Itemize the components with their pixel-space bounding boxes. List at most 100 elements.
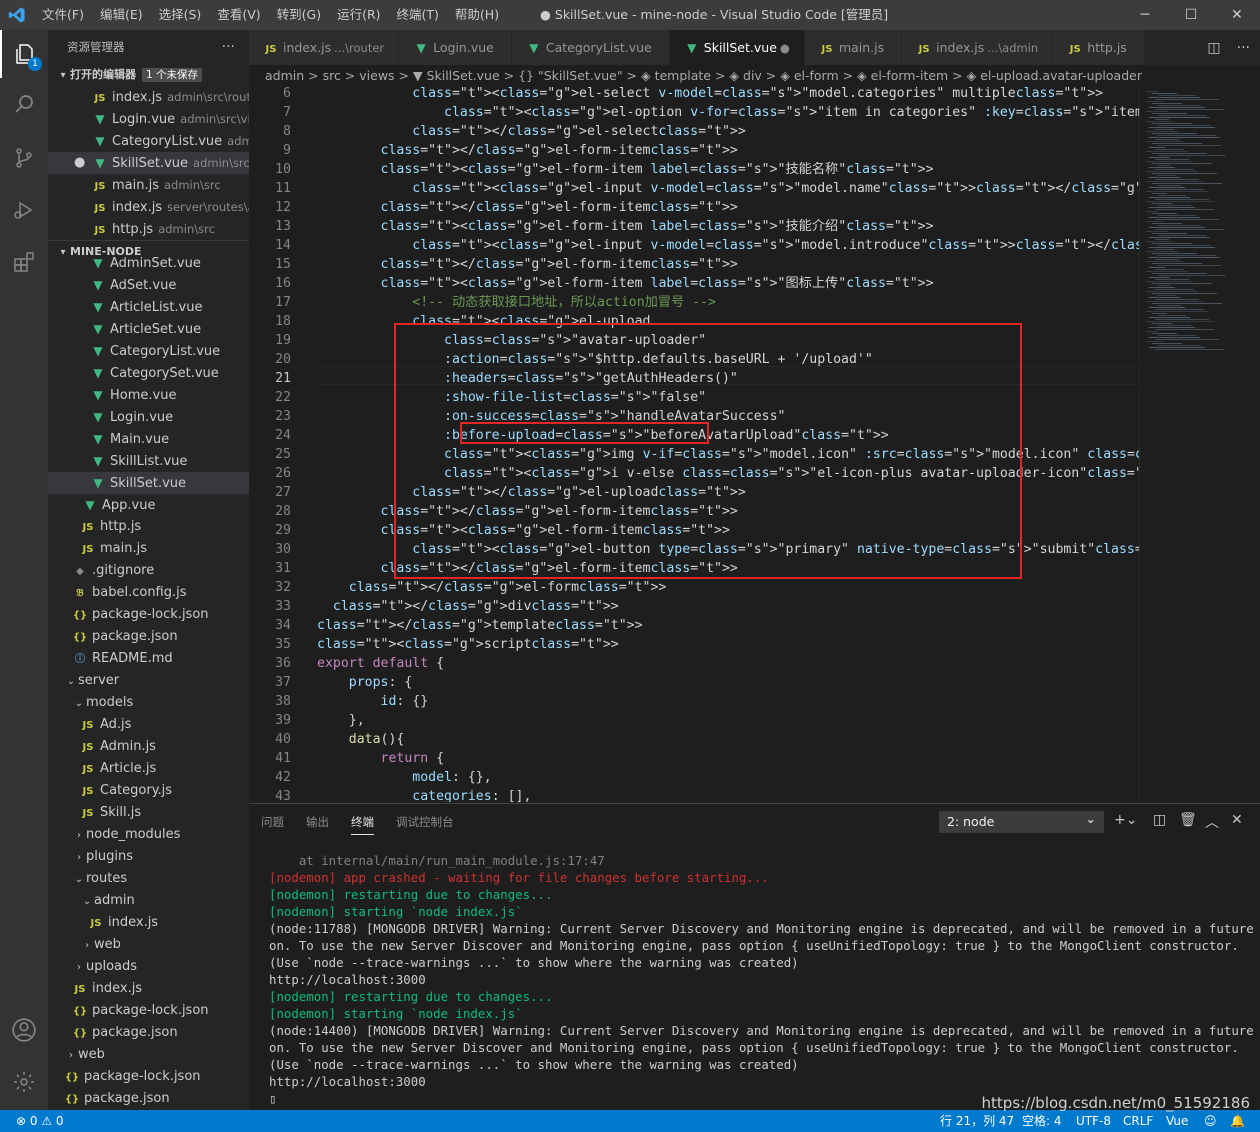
panel-tab[interactable]: 输出 xyxy=(306,810,329,834)
code-line[interactable]: class="t"><class="g">el-form-item label=… xyxy=(317,160,934,179)
settings-gear-icon[interactable] xyxy=(0,1058,48,1106)
file-tree-item[interactable]: JS Ad.js xyxy=(48,714,249,736)
file-tree-item[interactable]: ▼ Home.vue xyxy=(48,384,249,406)
open-editor-item[interactable]: JS http.js admin\src xyxy=(48,218,249,240)
code-line[interactable]: id: {} xyxy=(317,692,429,711)
code-line[interactable]: class="t"></class="g">el-form-itemclass=… xyxy=(317,198,738,217)
file-tree-item[interactable]: › web xyxy=(48,934,249,956)
trash-icon[interactable]: 🗑 xyxy=(1179,812,1197,828)
code-line[interactable]: return { xyxy=(317,749,445,768)
file-tree-item[interactable]: ▼ CategorySet.vue xyxy=(48,362,249,384)
code-line[interactable]: data(){ xyxy=(317,730,405,749)
minimap[interactable] xyxy=(1139,87,1260,802)
open-editor-item[interactable]: JS main.js admin\src xyxy=(48,174,249,196)
maximize-button[interactable]: ☐ xyxy=(1168,0,1214,30)
file-tree-item[interactable]: JS index.js xyxy=(48,978,249,1000)
search-icon[interactable] xyxy=(0,80,48,128)
file-tree-item[interactable]: ◆ .gitignore xyxy=(48,560,249,582)
terminal-select[interactable]: 2: node ⌄ xyxy=(939,811,1104,833)
file-tree-item[interactable]: {} package.json xyxy=(48,1088,249,1110)
file-tree-item[interactable]: {} package.json xyxy=(48,1022,249,1044)
open-editors-header[interactable]: ▾ 打开的编辑器 1 个未保存 xyxy=(48,64,249,86)
code-line[interactable]: class="t"><class="g">scriptclass="t">> xyxy=(317,635,619,654)
file-tree-item[interactable]: JS Category.js xyxy=(48,780,249,802)
code-line[interactable]: model: {}, xyxy=(317,768,491,787)
file-tree-item[interactable]: JS index.js xyxy=(48,912,249,934)
more-actions-icon[interactable]: ··· xyxy=(222,30,235,64)
menu-item[interactable]: 查看(V) xyxy=(209,0,268,30)
file-tree-item[interactable]: {} package-lock.json xyxy=(48,1000,249,1022)
close-panel-icon[interactable]: ✕ xyxy=(1231,812,1243,828)
maximize-panel-icon[interactable]: ︿ xyxy=(1205,812,1219,832)
file-tree-item[interactable]: ▼ SkillSet.vue xyxy=(48,472,249,494)
menu-item[interactable]: 转到(G) xyxy=(269,0,329,30)
code-line[interactable]: class="t"></class="g">el-selectclass="t"… xyxy=(317,122,745,141)
split-terminal-icon[interactable]: ◫ xyxy=(1153,812,1166,828)
explorer-icon[interactable]: 1 xyxy=(0,30,48,78)
open-editor-item[interactable]: ●▼SkillSet.vueadmin\src\... xyxy=(48,152,249,174)
open-editor-item[interactable]: ▼CategoryList.vueadmi... xyxy=(48,130,249,152)
menu-item[interactable]: 帮助(H) xyxy=(447,0,507,30)
breadcrumb[interactable]: admin > src > views > ▼ SkillSet.vue > {… xyxy=(249,65,1260,87)
file-tree-item[interactable]: › web xyxy=(48,1044,249,1066)
minimize-button[interactable]: ─ xyxy=(1122,0,1168,30)
file-tree-item[interactable]: ⓘ README.md xyxy=(48,648,249,670)
close-window-button[interactable]: ✕ xyxy=(1214,0,1260,30)
file-tree-item[interactable]: {} package-lock.json xyxy=(48,1066,249,1088)
code-line[interactable]: class="t"></class="g">divclass="t">> xyxy=(317,597,619,616)
split-editor-icon[interactable]: ◫ xyxy=(1207,40,1220,56)
file-tree-item[interactable]: ▼ AdSet.vue xyxy=(48,274,249,296)
file-tree-item[interactable]: ⌄ admin xyxy=(48,890,249,912)
code-line[interactable]: class="t"><class="g">el-select v-model=c… xyxy=(317,87,1103,103)
file-tree-item[interactable]: JS http.js xyxy=(48,516,249,538)
file-tree-item[interactable]: › node_modules xyxy=(48,824,249,846)
file-tree-item[interactable]: ▼ CategoryList.vue xyxy=(48,340,249,362)
open-editor-item[interactable]: JSindex.jsserver\routes\a... xyxy=(48,196,249,218)
editor-tab[interactable]: ▼ Login.vue xyxy=(399,30,512,65)
code-line[interactable]: class="t"></class="g">el-form-itemclass=… xyxy=(317,141,738,160)
more-actions-icon[interactable]: ··· xyxy=(1237,40,1250,56)
file-tree-item[interactable]: {} package.json xyxy=(48,626,249,648)
code-line[interactable]: class="t"><class="g">el-form-item label=… xyxy=(317,217,934,236)
file-tree-item[interactable]: ▼ AdminSet.vue xyxy=(48,252,249,274)
editor-tab[interactable]: ▼ CategoryList.vue xyxy=(511,30,670,65)
code-line[interactable]: class="t"><class="g">el-input v-model=cl… xyxy=(317,236,1139,255)
extensions-icon[interactable] xyxy=(0,238,48,286)
editor-tab[interactable]: JS index.js ...\admin xyxy=(902,30,1054,65)
code-editor[interactable]: 6 class="t"><class="g">el-select v-model… xyxy=(249,87,1139,802)
source-control-icon[interactable] xyxy=(0,134,48,182)
menu-item[interactable]: 运行(R) xyxy=(329,0,388,30)
menu-item[interactable]: 文件(F) xyxy=(34,0,92,30)
code-line[interactable]: props: { xyxy=(317,673,413,692)
open-editor-item[interactable]: JSindex.jsadmin\src\router xyxy=(48,86,249,108)
code-line[interactable]: class="t"></class="g">templateclass="t">… xyxy=(317,616,643,635)
file-tree-item[interactable]: JS Article.js xyxy=(48,758,249,780)
code-line[interactable]: class="t"></class="g">el-formclass="t">> xyxy=(317,578,667,597)
code-line[interactable]: export default { xyxy=(317,654,444,673)
editor-tab[interactable]: JS main.js xyxy=(804,30,903,65)
panel-tab[interactable]: 终端 xyxy=(351,810,374,835)
panel-tab[interactable]: 问题 xyxy=(261,810,284,834)
code-line[interactable]: class="t"></class="g">el-form-itemclass=… xyxy=(317,255,738,274)
code-line[interactable]: class="t"><class="g">el-form-item label=… xyxy=(317,274,934,293)
file-tree-item[interactable]: ▼ App.vue xyxy=(48,494,249,516)
file-tree-item[interactable]: › plugins xyxy=(48,846,249,868)
menu-item[interactable]: 终端(T) xyxy=(389,0,447,30)
problems-status[interactable]: ⊗ 0 ⚠ 0 xyxy=(16,1110,64,1132)
file-tree-item[interactable]: ▼ ArticleSet.vue xyxy=(48,318,249,340)
file-tree-item[interactable]: {} package-lock.json xyxy=(48,604,249,626)
new-terminal-icon[interactable]: +⌄ xyxy=(1114,812,1137,828)
file-tree-item[interactable]: ▼ Login.vue xyxy=(48,406,249,428)
file-tree-item[interactable]: JS Admin.js xyxy=(48,736,249,758)
code-line[interactable]: class="t"><class="g">el-input v-model=cl… xyxy=(317,179,1139,198)
file-tree-item[interactable]: 𝔅babel.config.js xyxy=(48,582,249,604)
file-tree-item[interactable]: ⌄ routes xyxy=(48,868,249,890)
file-tree-item[interactable]: ⌄ models xyxy=(48,692,249,714)
open-editor-item[interactable]: ▼Login.vueadmin\src\vi... xyxy=(48,108,249,130)
terminal-output[interactable]: at internal/main/run_main_module.js:17:4… xyxy=(269,852,1259,1107)
code-line[interactable]: categories: [], xyxy=(317,787,531,802)
editor-tab[interactable]: JS index.js ...\router xyxy=(249,30,400,65)
file-tree-item[interactable]: JS main.js xyxy=(48,538,249,560)
file-tree-item[interactable]: ▼ ArticleList.vue xyxy=(48,296,249,318)
file-tree-item[interactable]: ⌄ server xyxy=(48,670,249,692)
